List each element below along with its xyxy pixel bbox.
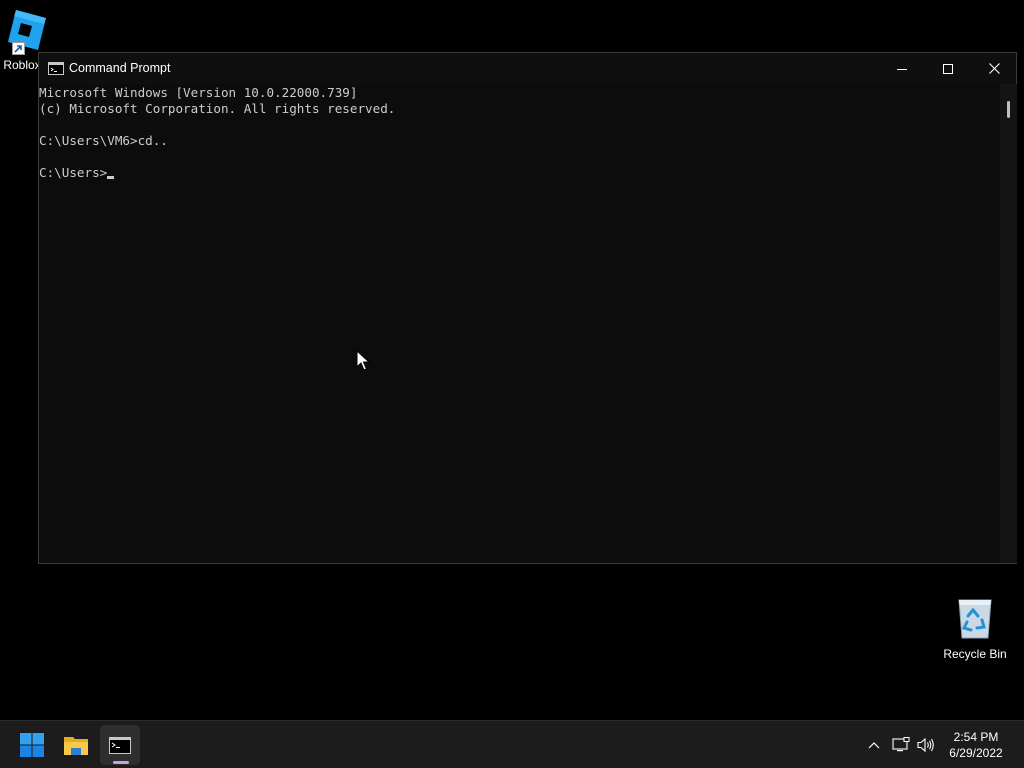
network-icon xyxy=(892,737,910,752)
mouse-pointer-icon xyxy=(356,349,371,372)
network-button[interactable] xyxy=(891,735,911,755)
chevron-up-icon xyxy=(868,742,880,749)
command-prompt-icon xyxy=(109,736,131,754)
minimize-icon xyxy=(897,68,907,70)
command-prompt-taskbar-button[interactable] xyxy=(100,725,140,765)
console-line: Microsoft Windows [Version 10.0.22000.73… xyxy=(39,85,358,100)
command-prompt-icon xyxy=(48,62,64,75)
minimize-button[interactable] xyxy=(879,53,925,84)
clock-date: 6/29/2022 xyxy=(949,746,1003,760)
taskbar: 2:54 PM 6/29/2022 xyxy=(0,720,1024,768)
console-line: (c) Microsoft Corporation. All rights re… xyxy=(39,101,396,116)
volume-button[interactable] xyxy=(916,735,936,755)
command-prompt-window[interactable]: Command Prompt Microsoft Windows [Versio… xyxy=(38,52,1017,564)
roblox-label: Roblox xyxy=(3,58,41,72)
close-icon xyxy=(988,63,1000,74)
recycle-bin-icon xyxy=(954,596,996,640)
file-explorer-button[interactable] xyxy=(56,725,96,765)
clock-time: 2:54 PM xyxy=(953,730,999,744)
console-prompt: C:\Users> xyxy=(39,165,108,180)
shortcut-arrow-icon xyxy=(12,42,25,55)
roblox-icon xyxy=(0,8,46,56)
vertical-scrollbar[interactable] xyxy=(1000,84,1017,563)
console-line: C:\Users\VM6>cd.. xyxy=(39,133,168,148)
window-titlebar[interactable]: Command Prompt xyxy=(39,53,1016,84)
recycle-bin-shortcut[interactable]: Recycle Bin xyxy=(940,596,1010,661)
console-output[interactable]: Microsoft Windows [Version 10.0.22000.73… xyxy=(39,84,999,563)
console-prompt-line[interactable]: C:\Users> xyxy=(39,165,115,181)
show-hidden-icons-button[interactable] xyxy=(864,735,884,755)
scrollbar-thumb[interactable] xyxy=(1007,101,1010,118)
recycle-bin-label: Recycle Bin xyxy=(943,647,1007,661)
active-app-indicator xyxy=(113,761,129,764)
text-cursor xyxy=(107,176,115,179)
start-button[interactable] xyxy=(12,725,52,765)
start-icon xyxy=(20,733,44,757)
speaker-icon xyxy=(917,737,934,753)
close-button[interactable] xyxy=(971,53,1017,84)
window-title: Command Prompt xyxy=(69,61,171,75)
maximize-icon xyxy=(943,63,953,74)
taskbar-clock[interactable]: 2:54 PM 6/29/2022 xyxy=(940,729,1012,761)
file-explorer-icon xyxy=(64,737,88,755)
maximize-button[interactable] xyxy=(925,53,971,84)
